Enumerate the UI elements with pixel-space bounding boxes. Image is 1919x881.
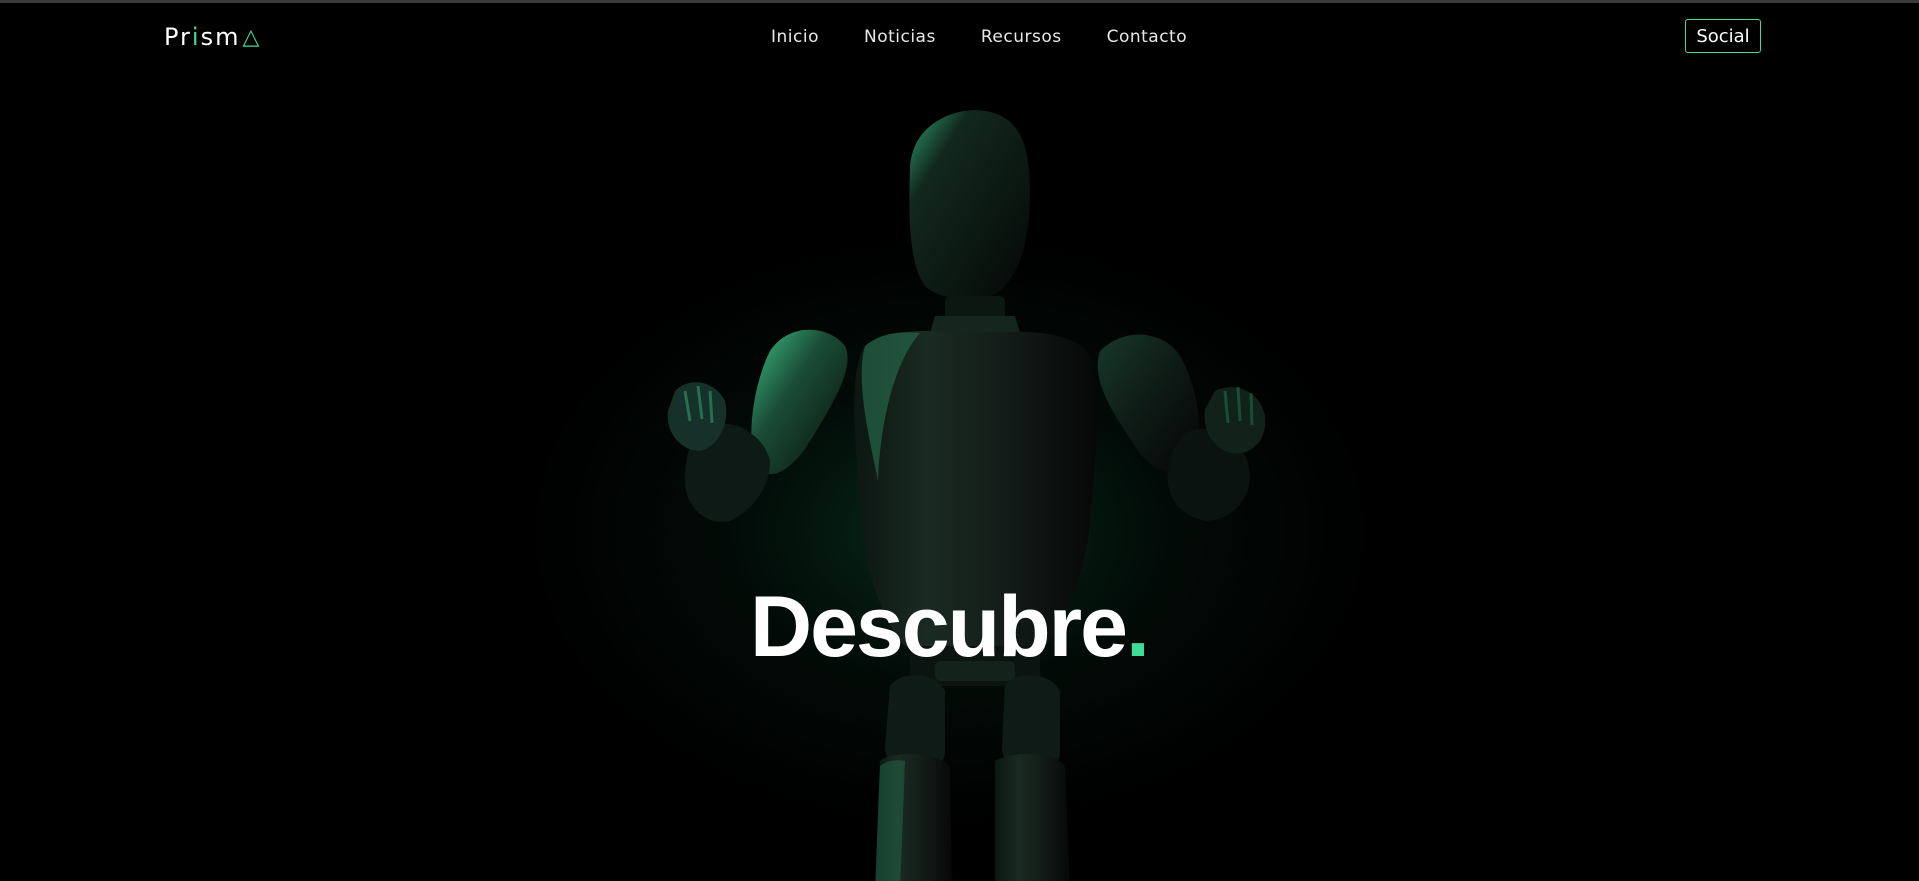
logo-text-end: sm xyxy=(200,23,241,51)
hero-title-dot: . xyxy=(1125,578,1150,675)
nav-item-inicio[interactable]: Inicio xyxy=(771,27,819,47)
logo[interactable]: Pr i sm △ xyxy=(164,23,261,51)
nav-item-recursos[interactable]: Recursos xyxy=(981,27,1062,47)
main-nav: Inicio Noticias Recursos Contacto xyxy=(771,27,1187,47)
hero-section: Descubre. xyxy=(0,71,1919,881)
robot-image xyxy=(667,110,1266,881)
nav-item-contacto[interactable]: Contacto xyxy=(1107,27,1188,47)
logo-text-start: Pr xyxy=(164,23,192,51)
logo-text-accent: i xyxy=(191,23,201,51)
navbar: Pr i sm △ Inicio Noticias Recursos Contacto… xyxy=(0,3,1919,71)
hero-title: Descubre. xyxy=(750,578,1150,677)
triangle-logo-icon: △ xyxy=(242,24,262,50)
social-button[interactable]: Social xyxy=(1685,19,1761,53)
hero-title-text: Descubre xyxy=(750,578,1128,675)
nav-item-noticias[interactable]: Noticias xyxy=(864,27,936,47)
